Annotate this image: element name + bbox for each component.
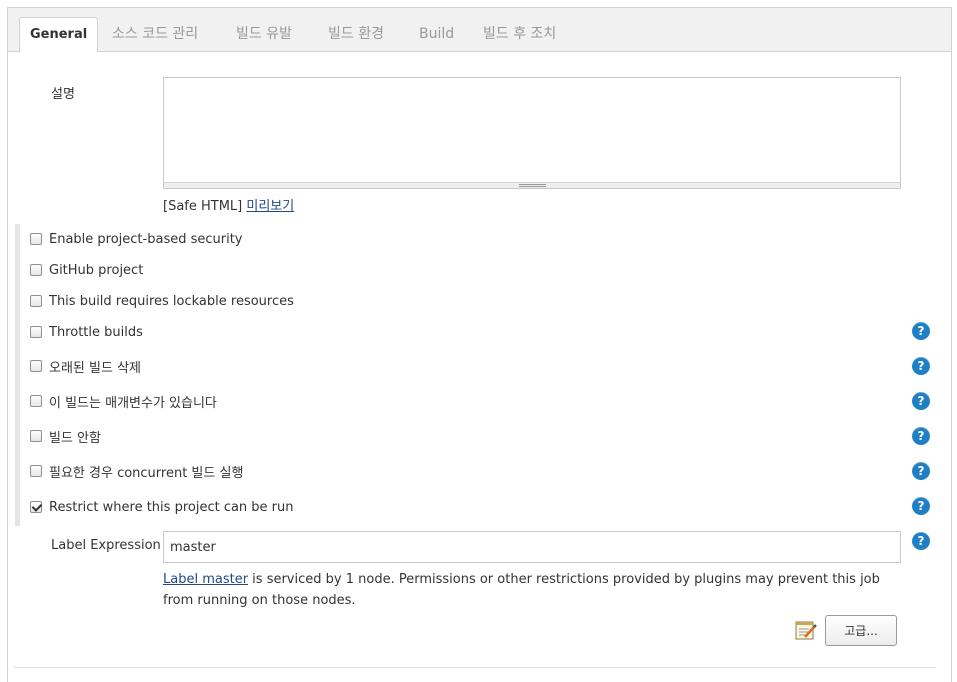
option-github-project[interactable]: GitHub project — [30, 261, 143, 279]
option-label: 이 빌드는 매개변수가 있습니다 — [49, 395, 217, 411]
label-expression-info: Label master is serviced by 1 node. Perm… — [163, 569, 893, 611]
option-label: 빌드 안함 — [49, 430, 101, 446]
tab-post-build-actions[interactable]: 빌드 후 조치 — [473, 17, 566, 53]
option-label: 오래된 빌드 삭제 — [49, 360, 141, 376]
option-label: GitHub project — [49, 262, 144, 278]
tab-build-triggers[interactable]: 빌드 유발 — [226, 17, 302, 53]
option-restrict-where-run[interactable]: Restrict where this project can be run — [30, 498, 294, 516]
checkbox-lockable-resources[interactable] — [30, 295, 42, 307]
config-tab-bar: General 소스 코드 관리 빌드 유발 빌드 환경 Build 빌드 후 … — [8, 8, 951, 53]
option-label: Enable project-based security — [49, 231, 243, 247]
label-master-link[interactable]: Label master — [163, 572, 248, 587]
option-label: This build requires lockable resources — [49, 293, 294, 309]
description-label: 설명 — [51, 87, 75, 102]
checkbox-project-based-security[interactable] — [30, 233, 42, 245]
label-info-text: is serviced by 1 node. Permissions or ot… — [163, 572, 880, 608]
options-section-bar — [15, 224, 20, 526]
option-lockable-resources[interactable]: This build requires lockable resources — [30, 292, 294, 310]
checkbox-restrict-where-run[interactable] — [30, 501, 42, 513]
checkbox-throttle-builds[interactable] — [30, 326, 42, 338]
safe-html-note: [Safe HTML] 미리보기 — [163, 195, 294, 214]
tab-build[interactable]: Build — [409, 17, 464, 53]
label-expression-label: Label Expression — [51, 538, 161, 553]
checkbox-concurrent-builds[interactable] — [30, 465, 42, 477]
option-disable-build[interactable]: 빌드 안함 — [30, 427, 101, 446]
resize-grip-icon — [519, 184, 546, 187]
checkbox-github-project[interactable] — [30, 264, 42, 276]
option-label: Restrict where this project can be run — [49, 499, 294, 515]
checkbox-parameterized-build[interactable] — [30, 395, 42, 407]
notepad-icon[interactable] — [795, 620, 817, 640]
tab-build-environment[interactable]: 빌드 환경 — [318, 17, 394, 53]
help-icon[interactable]: ? — [912, 532, 930, 550]
option-label: 필요한 경우 concurrent 빌드 실행 — [49, 465, 244, 481]
help-icon[interactable]: ? — [912, 497, 930, 515]
tab-general[interactable]: General — [19, 17, 99, 53]
textarea-resize-handle[interactable] — [164, 182, 900, 188]
option-parameterized-build[interactable]: 이 빌드는 매개변수가 있습니다 — [30, 392, 217, 411]
preview-link[interactable]: 미리보기 — [246, 199, 294, 214]
option-label: Throttle builds — [49, 324, 143, 340]
help-icon[interactable]: ? — [912, 322, 930, 340]
section-divider — [14, 667, 936, 668]
tab-source-code-management[interactable]: 소스 코드 관리 — [102, 17, 208, 53]
checkbox-discard-old-builds[interactable] — [30, 360, 42, 372]
description-field-wrapper — [163, 77, 901, 189]
help-icon[interactable]: ? — [912, 357, 930, 375]
safe-html-prefix: [Safe HTML] — [163, 199, 243, 214]
help-icon[interactable]: ? — [912, 462, 930, 480]
label-expression-input[interactable] — [163, 531, 901, 563]
description-textarea[interactable] — [164, 78, 900, 182]
advanced-button[interactable]: 고급... — [825, 615, 897, 646]
help-icon[interactable]: ? — [912, 427, 930, 445]
checkbox-disable-build[interactable] — [30, 430, 42, 442]
option-concurrent-builds[interactable]: 필요한 경우 concurrent 빌드 실행 — [30, 462, 244, 481]
option-throttle-builds[interactable]: Throttle builds — [30, 323, 143, 341]
option-discard-old-builds[interactable]: 오래된 빌드 삭제 — [30, 357, 141, 376]
help-icon[interactable]: ? — [912, 392, 930, 410]
option-project-based-security[interactable]: Enable project-based security — [30, 230, 243, 248]
